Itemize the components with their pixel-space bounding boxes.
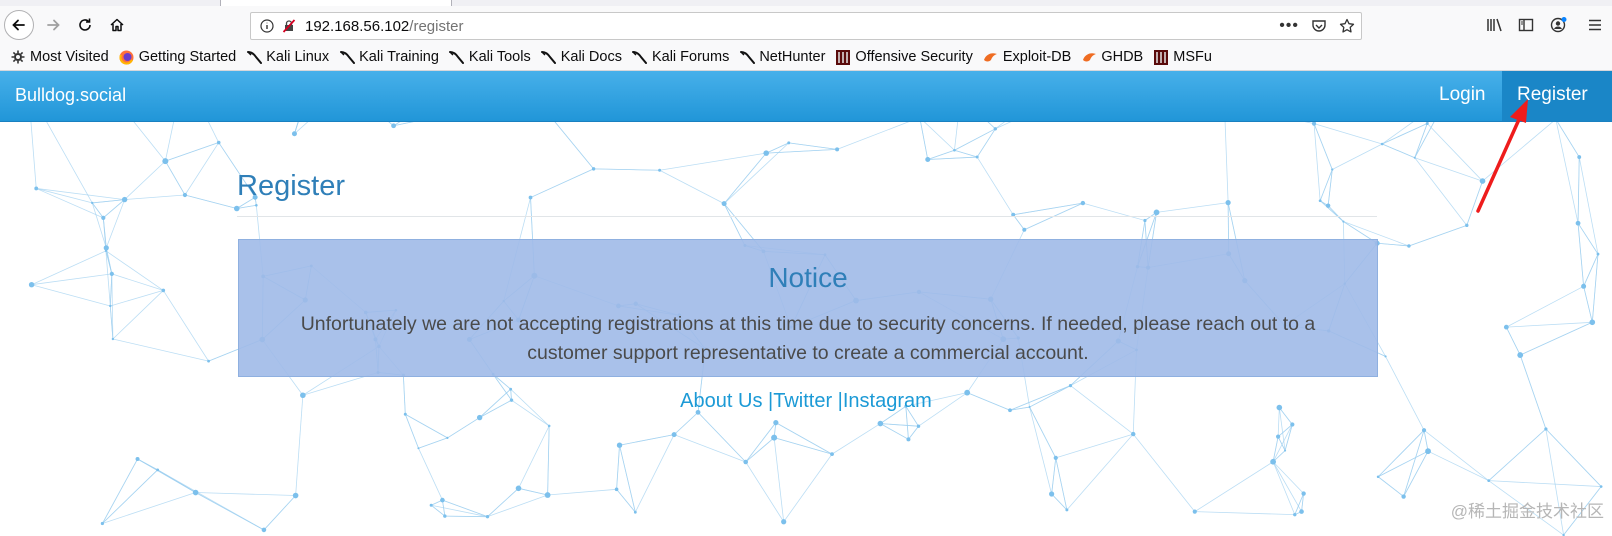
bookmark-label: Kali Tools [468, 49, 531, 65]
kali-dragon-icon [739, 49, 755, 65]
account-icon [1550, 17, 1567, 33]
instagram-link[interactable]: Instagram [843, 390, 932, 412]
bookmark-item[interactable]: Kali Forums [632, 49, 729, 65]
offsec-icon [835, 49, 851, 65]
forward-button[interactable] [38, 10, 68, 40]
url-host: 192.168.56.102 [305, 17, 410, 35]
bookmark-label: Kali Forums [651, 49, 730, 65]
bookmark-item[interactable]: Kali Linux [246, 49, 329, 65]
menu-button[interactable] [1588, 12, 1602, 38]
account-button[interactable] [1550, 12, 1568, 38]
reload-button[interactable] [70, 10, 100, 40]
bookmark-label: Getting Started [138, 49, 237, 65]
url-path: /register [409, 17, 464, 35]
about-us-link[interactable]: About Us [680, 390, 762, 412]
kali-dragon-icon [449, 49, 465, 65]
notice-panel: Notice Unfortunately we are not acceptin… [238, 239, 1378, 377]
back-button[interactable] [4, 10, 34, 40]
bookmark-item[interactable]: Kali Training [339, 49, 439, 65]
footer-links: About Us |Twitter |Instagram [0, 390, 1612, 413]
bookmark-label: NetHunter [759, 49, 826, 65]
site-navbar: Bulldog.social Login Register [0, 71, 1612, 122]
bookmark-label: Kali Linux [266, 49, 330, 65]
more-actions-icon[interactable]: ••• [1279, 17, 1299, 35]
forward-arrow-icon [47, 19, 60, 31]
firefox-icon [119, 49, 135, 65]
nav-register-link[interactable]: Register [1517, 84, 1588, 106]
kali-dragon-icon [339, 49, 355, 65]
bookmark-item[interactable]: MSFu [1153, 49, 1212, 65]
bookmark-item[interactable]: Exploit-DB [983, 49, 1072, 65]
kali-dragon-icon [632, 49, 648, 65]
bookmark-star-icon[interactable] [1339, 18, 1355, 34]
bookmark-label: Kali Training [359, 49, 439, 65]
twitter-link[interactable]: Twitter [773, 390, 832, 412]
exploitdb-icon [983, 49, 999, 65]
bookmark-item[interactable]: NetHunter [739, 49, 825, 65]
insecure-lock-icon[interactable] [281, 18, 297, 34]
bookmark-item[interactable]: GHDB [1081, 49, 1143, 65]
kali-dragon-icon [246, 49, 262, 65]
bookmark-label: GHDB [1101, 49, 1144, 65]
web-page: Bulldog.social Login Register Register N… [0, 71, 1612, 536]
kali-dragon-icon [541, 49, 557, 65]
bookmark-label: Exploit-DB [1002, 49, 1072, 65]
nav-login-link[interactable]: Login [1439, 84, 1486, 106]
bookmark-item[interactable]: Kali Tools [449, 49, 531, 65]
browser-toolbar: 192.168.56.102/register ••• [0, 6, 1612, 44]
info-icon[interactable] [259, 18, 275, 34]
url-text: 192.168.56.102/register [305, 18, 463, 35]
bookmark-label: Offensive Security [855, 49, 973, 65]
bookmark-label: Most Visited [30, 49, 109, 65]
gear-icon [10, 49, 26, 65]
sidebar-icon [1518, 18, 1534, 32]
bookmark-item[interactable]: Getting Started [119, 49, 237, 65]
bookmark-item[interactable]: Kali Docs [541, 49, 622, 65]
title-divider [237, 216, 1377, 217]
offsec-icon [1153, 49, 1169, 65]
back-arrow-icon [12, 19, 25, 31]
reload-icon [79, 18, 91, 31]
menu-icon [1589, 19, 1601, 31]
url-bar[interactable]: 192.168.56.102/register ••• [250, 12, 1362, 40]
bookmark-item[interactable]: Offensive Security [835, 49, 973, 65]
home-button[interactable] [102, 10, 132, 40]
sidebar-button[interactable] [1518, 12, 1534, 38]
pocket-icon[interactable] [1311, 18, 1327, 34]
notice-text: Unfortunately we are not accepting regis… [300, 313, 1316, 364]
page-title: Register [237, 170, 345, 202]
home-icon [110, 18, 124, 32]
bookmarks-toolbar: Most Visited Getting Started Kali Linux Kal… [0, 44, 1612, 71]
bookmark-item[interactable]: Most Visited [10, 49, 109, 65]
watermark-text: @稀土掘金技术社区 [1450, 502, 1604, 521]
brand-logo-link[interactable]: Bulldog.social [15, 85, 126, 106]
library-button[interactable] [1486, 12, 1504, 38]
exploitdb-icon [1081, 49, 1097, 65]
notice-title: Notice [768, 262, 848, 293]
bookmark-label: MSFu [1173, 49, 1212, 65]
bookmark-label: Kali Docs [560, 49, 622, 65]
library-icon [1487, 18, 1502, 32]
